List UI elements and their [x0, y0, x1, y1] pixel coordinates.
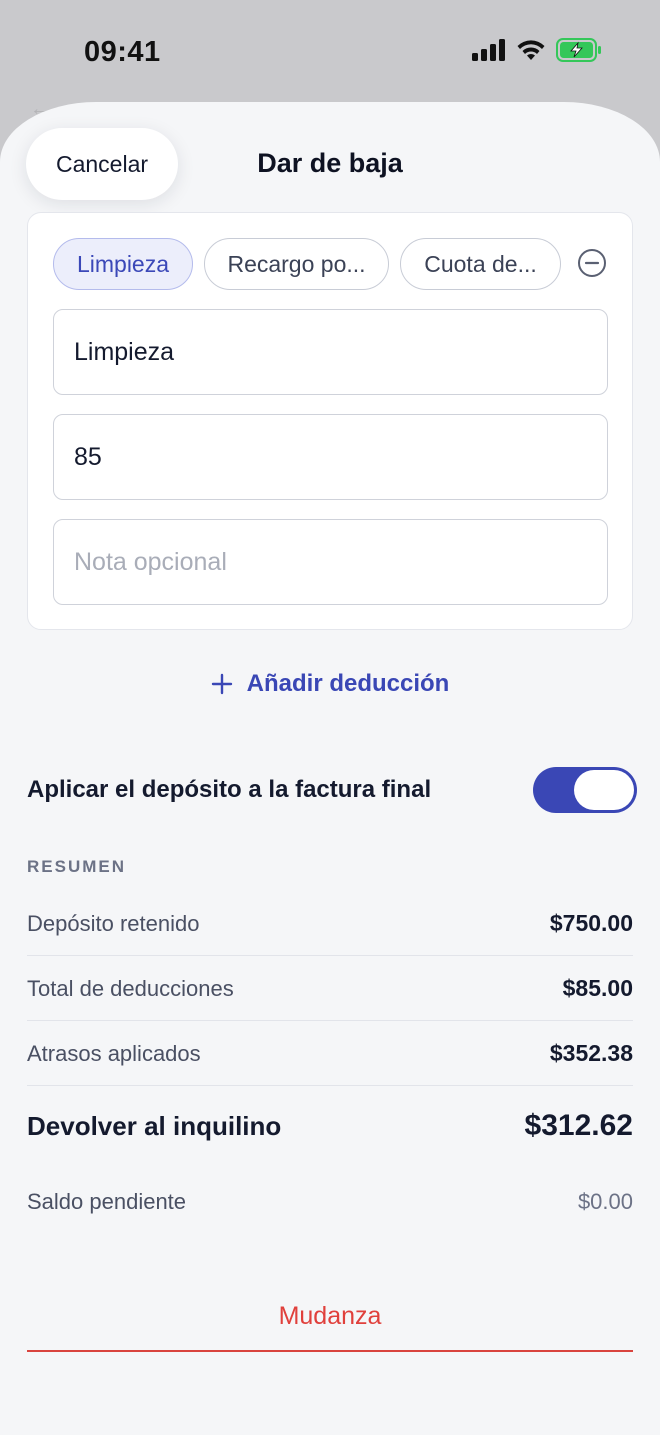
add-deduction-button[interactable]: Añadir deducción: [0, 670, 660, 698]
status-bar: 09:41: [0, 0, 660, 102]
deduction-type-chips: Limpieza Recargo po... Cuota de...: [53, 238, 561, 290]
pending-balance-label: Saldo pendiente: [27, 1189, 187, 1214]
battery-charging-icon: [556, 38, 601, 62]
summary-row-arrears: Atrasos aplicados $352.38: [27, 1021, 633, 1086]
apply-deposit-row: Aplicar el depósito a la factura final: [27, 766, 637, 814]
toggle-knob: [574, 770, 634, 810]
summary-value: $750.00: [549, 910, 633, 936]
refund-total-label: Devolver al inquilino: [27, 1110, 282, 1141]
apply-deposit-toggle[interactable]: [533, 767, 637, 813]
refund-total-value: $312.62: [524, 1109, 633, 1142]
summary-row-deductions: Total de deducciones $85.00: [27, 956, 633, 1021]
chip-cuota[interactable]: Cuota de...: [400, 238, 561, 290]
refund-total-row: Devolver al inquilino $312.62: [27, 1096, 633, 1156]
summary-label: Depósito retenido: [27, 910, 200, 936]
cellular-signal-icon: [472, 39, 505, 61]
status-time: 09:41: [84, 36, 161, 68]
summary-value: $85.00: [562, 975, 633, 1001]
summary-divider: [27, 1085, 633, 1086]
wifi-icon: [517, 40, 545, 60]
chip-recargo[interactable]: Recargo po...: [204, 238, 389, 290]
deduction-amount-field[interactable]: 85: [53, 414, 608, 500]
summary-heading: RESUMEN: [27, 857, 127, 876]
deduction-note-field[interactable]: Nota opcional: [53, 519, 608, 605]
add-deduction-label: Añadir deducción: [246, 670, 450, 697]
pending-balance-value: $0.00: [577, 1189, 633, 1214]
sheet-title: Dar de baja: [257, 148, 403, 178]
chip-limpieza[interactable]: Limpieza: [53, 238, 193, 290]
summary-row-deposit: Depósito retenido $750.00: [27, 891, 633, 956]
summary-label: Total de deducciones: [27, 975, 234, 1001]
plus-icon: [211, 673, 232, 695]
summary-value: $352.38: [549, 1040, 633, 1066]
minus-circle-icon[interactable]: [576, 247, 608, 279]
deduction-card: Limpieza Recargo po... Cuota de... Limpi…: [27, 212, 633, 630]
move-out-button[interactable]: Mudanza: [27, 1282, 633, 1352]
deduction-name-field[interactable]: Limpieza: [53, 309, 608, 395]
status-icons: [472, 38, 602, 62]
summary-label: Atrasos aplicados: [27, 1040, 201, 1066]
apply-deposit-label: Aplicar el depósito a la factura final: [27, 776, 432, 803]
deposit-sheet: Cancelar Dar de baja Limpieza Recargo po…: [0, 102, 660, 1435]
pending-balance-row: Saldo pendiente $0.00: [27, 1172, 633, 1232]
